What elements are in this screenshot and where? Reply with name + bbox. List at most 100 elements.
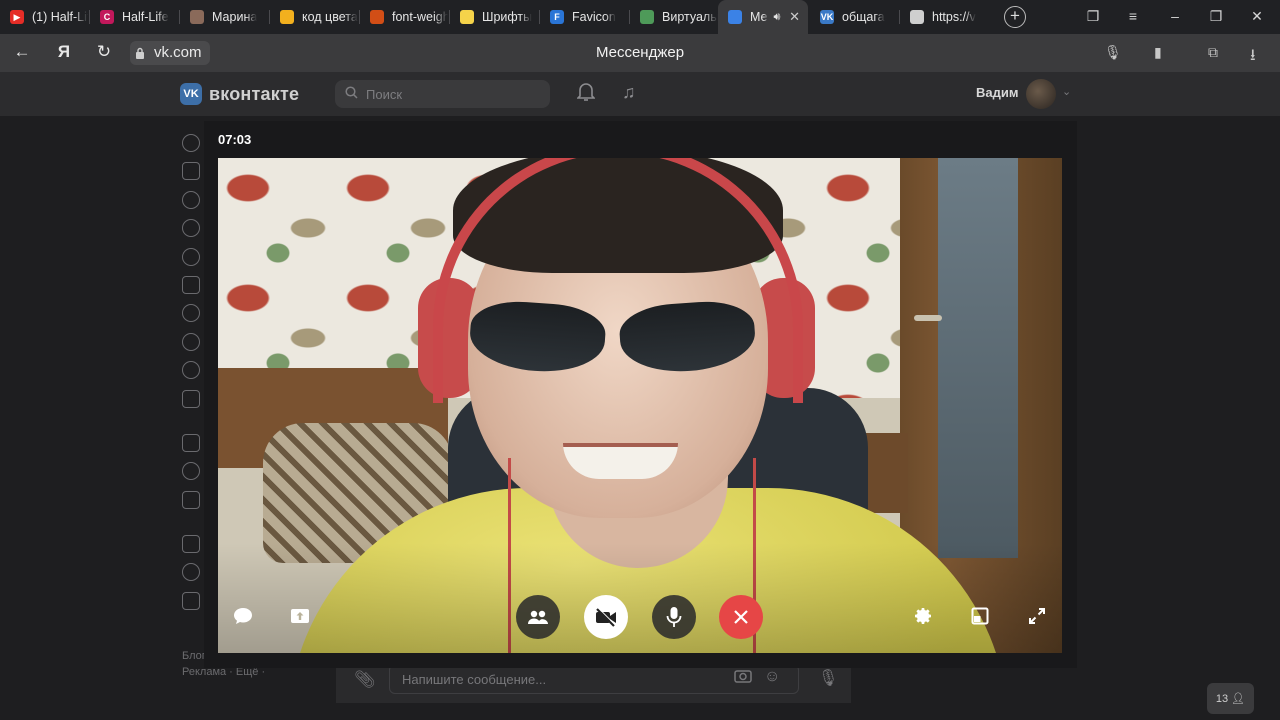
search-placeholder: Поиск [366,86,403,102]
video-sunglasses [467,298,760,376]
extensions-icon[interactable]: ⧉ [1208,44,1218,61]
video-call-window: 07:03 [204,121,1077,668]
video-door-handle [914,315,942,321]
online-count: 13 [1215,692,1229,705]
minimize-icon[interactable]: – [1165,8,1185,24]
microphone-icon[interactable]: 🎙︎ [1104,44,1122,61]
vk-logo[interactable]: VK вконтакте [180,83,299,105]
games-icon[interactable] [182,389,200,408]
browser-tab[interactable]: font-weight [360,0,448,34]
camera-off-icon [596,607,616,627]
online-count-badge[interactable]: 13 👤︎ [1207,683,1254,714]
photos-icon[interactable] [182,275,200,294]
browser-tab[interactable]: C Half-Life [90,0,178,34]
tab-collections-icon[interactable]: ❐ [1083,8,1103,25]
browser-tab[interactable]: Марина [180,0,268,34]
menu-icon[interactable]: ≡ [1123,8,1143,24]
microphone-toggle-button[interactable] [652,595,696,639]
image-icon [640,10,654,24]
messages-icon[interactable] [182,190,200,209]
news-icon[interactable] [182,162,200,181]
communities-icon[interactable] [182,247,200,266]
music-nav-icon[interactable] [182,304,200,323]
friends-icon[interactable] [182,219,200,238]
folder-icon [280,10,294,24]
browser-tab[interactable]: https://v [900,0,992,34]
video-smile [563,443,678,479]
pay-icon[interactable] [182,462,200,481]
browser-tab[interactable]: Виртуальн [630,0,718,34]
page-title: Мессенджер [595,44,685,61]
browser-tab-strip: ▶ (1) Half-Life C Half-Life Марина код цвета f… [0,0,1280,34]
camera-toggle-button[interactable] [584,595,628,639]
documents-icon[interactable] [182,591,200,610]
video-door-glass [938,158,1018,558]
speaker-icon[interactable]: 🔊︎ [774,11,781,24]
remote-video-feed[interactable] [218,158,1062,653]
vk-icon: VK [820,10,834,24]
work-icon[interactable] [182,490,200,509]
browser-tab[interactable]: F Favicon [540,0,628,34]
search-icon [345,86,358,102]
attach-icon[interactable]: 📎︎ [354,670,376,690]
vk-search-input[interactable]: Поиск [335,80,550,108]
end-call-button[interactable] [719,595,763,639]
browser-tab[interactable]: Шрифты [450,0,538,34]
browser-tab[interactable]: код цвета [270,0,358,34]
browser-tab[interactable]: VK общага [810,0,898,34]
vk-header: VK вконтакте Поиск ♫ Вадим ⌄ [0,72,1280,116]
tab-title: общага [842,10,885,24]
clips-icon[interactable] [182,361,200,380]
tab-title: https://v [932,10,976,24]
tab-title: Шрифты [482,10,533,24]
apps-icon[interactable] [182,433,200,452]
chat-icon [728,10,742,24]
avatar[interactable] [1026,79,1056,109]
chat-icon[interactable] [228,601,258,631]
notifications-bell-icon[interactable] [576,82,596,107]
voice-message-icon[interactable]: 🎙︎ [818,668,838,688]
blocks-icon [370,10,384,24]
settings-gear-icon[interactable] [908,601,938,631]
tab-title: Ме [750,10,768,24]
profile-icon[interactable] [182,134,200,152]
participants-icon [528,610,548,624]
vk-logo-text: вконтакте [209,83,300,104]
person-icon: 👤︎ [1231,693,1246,705]
share-screen-icon[interactable] [285,601,315,631]
favorites-star-icon[interactable] [182,563,200,582]
picture-in-picture-icon[interactable] [965,601,995,631]
close-icon [734,610,748,624]
bookmark-icon[interactable]: ▮ [1154,44,1162,61]
image-icon [190,10,204,24]
address-bar: ← Я ↻ vk.com Мессенджер 🎙︎ ▮ ⧉ ⭳ [0,34,1280,72]
tab-title: Марина [212,10,258,24]
leaf-icon [460,10,474,24]
music-icon[interactable]: ♫ [622,82,636,103]
tab-title: (1) Half-Life [32,10,88,24]
close-window-icon[interactable]: ✕ [1247,8,1267,25]
tab-title: Виртуальн [662,10,718,24]
emoji-icon[interactable]: ☺ [764,668,780,686]
browser-tab[interactable]: ▶ (1) Half-Life [0,0,88,34]
page-icon [910,10,924,24]
c-icon: C [100,10,114,24]
video-control-gradient [218,543,1062,653]
close-tab-icon[interactable]: ✕ [789,9,800,25]
tab-title: font-weight [392,10,448,24]
microphone-on-icon [666,607,682,627]
youtube-icon: ▶ [10,10,24,24]
camera-icon[interactable] [734,668,752,688]
vk-left-nav [182,134,200,620]
new-tab-button[interactable]: + [1004,6,1026,28]
chevron-down-icon[interactable]: ⌄ [1062,85,1071,98]
tab-title: код цвета [302,10,358,24]
download-icon[interactable]: ⭳ [1250,44,1256,71]
fullscreen-icon[interactable] [1022,601,1052,631]
browser-tab[interactable]: Ме 🔊︎ ✕ [718,0,808,34]
restore-icon[interactable]: ❐ [1206,8,1226,25]
video-icon[interactable] [182,332,200,351]
market-icon[interactable] [182,535,200,554]
vk-user-name[interactable]: Вадим [976,85,1018,100]
participants-button[interactable] [516,595,560,639]
